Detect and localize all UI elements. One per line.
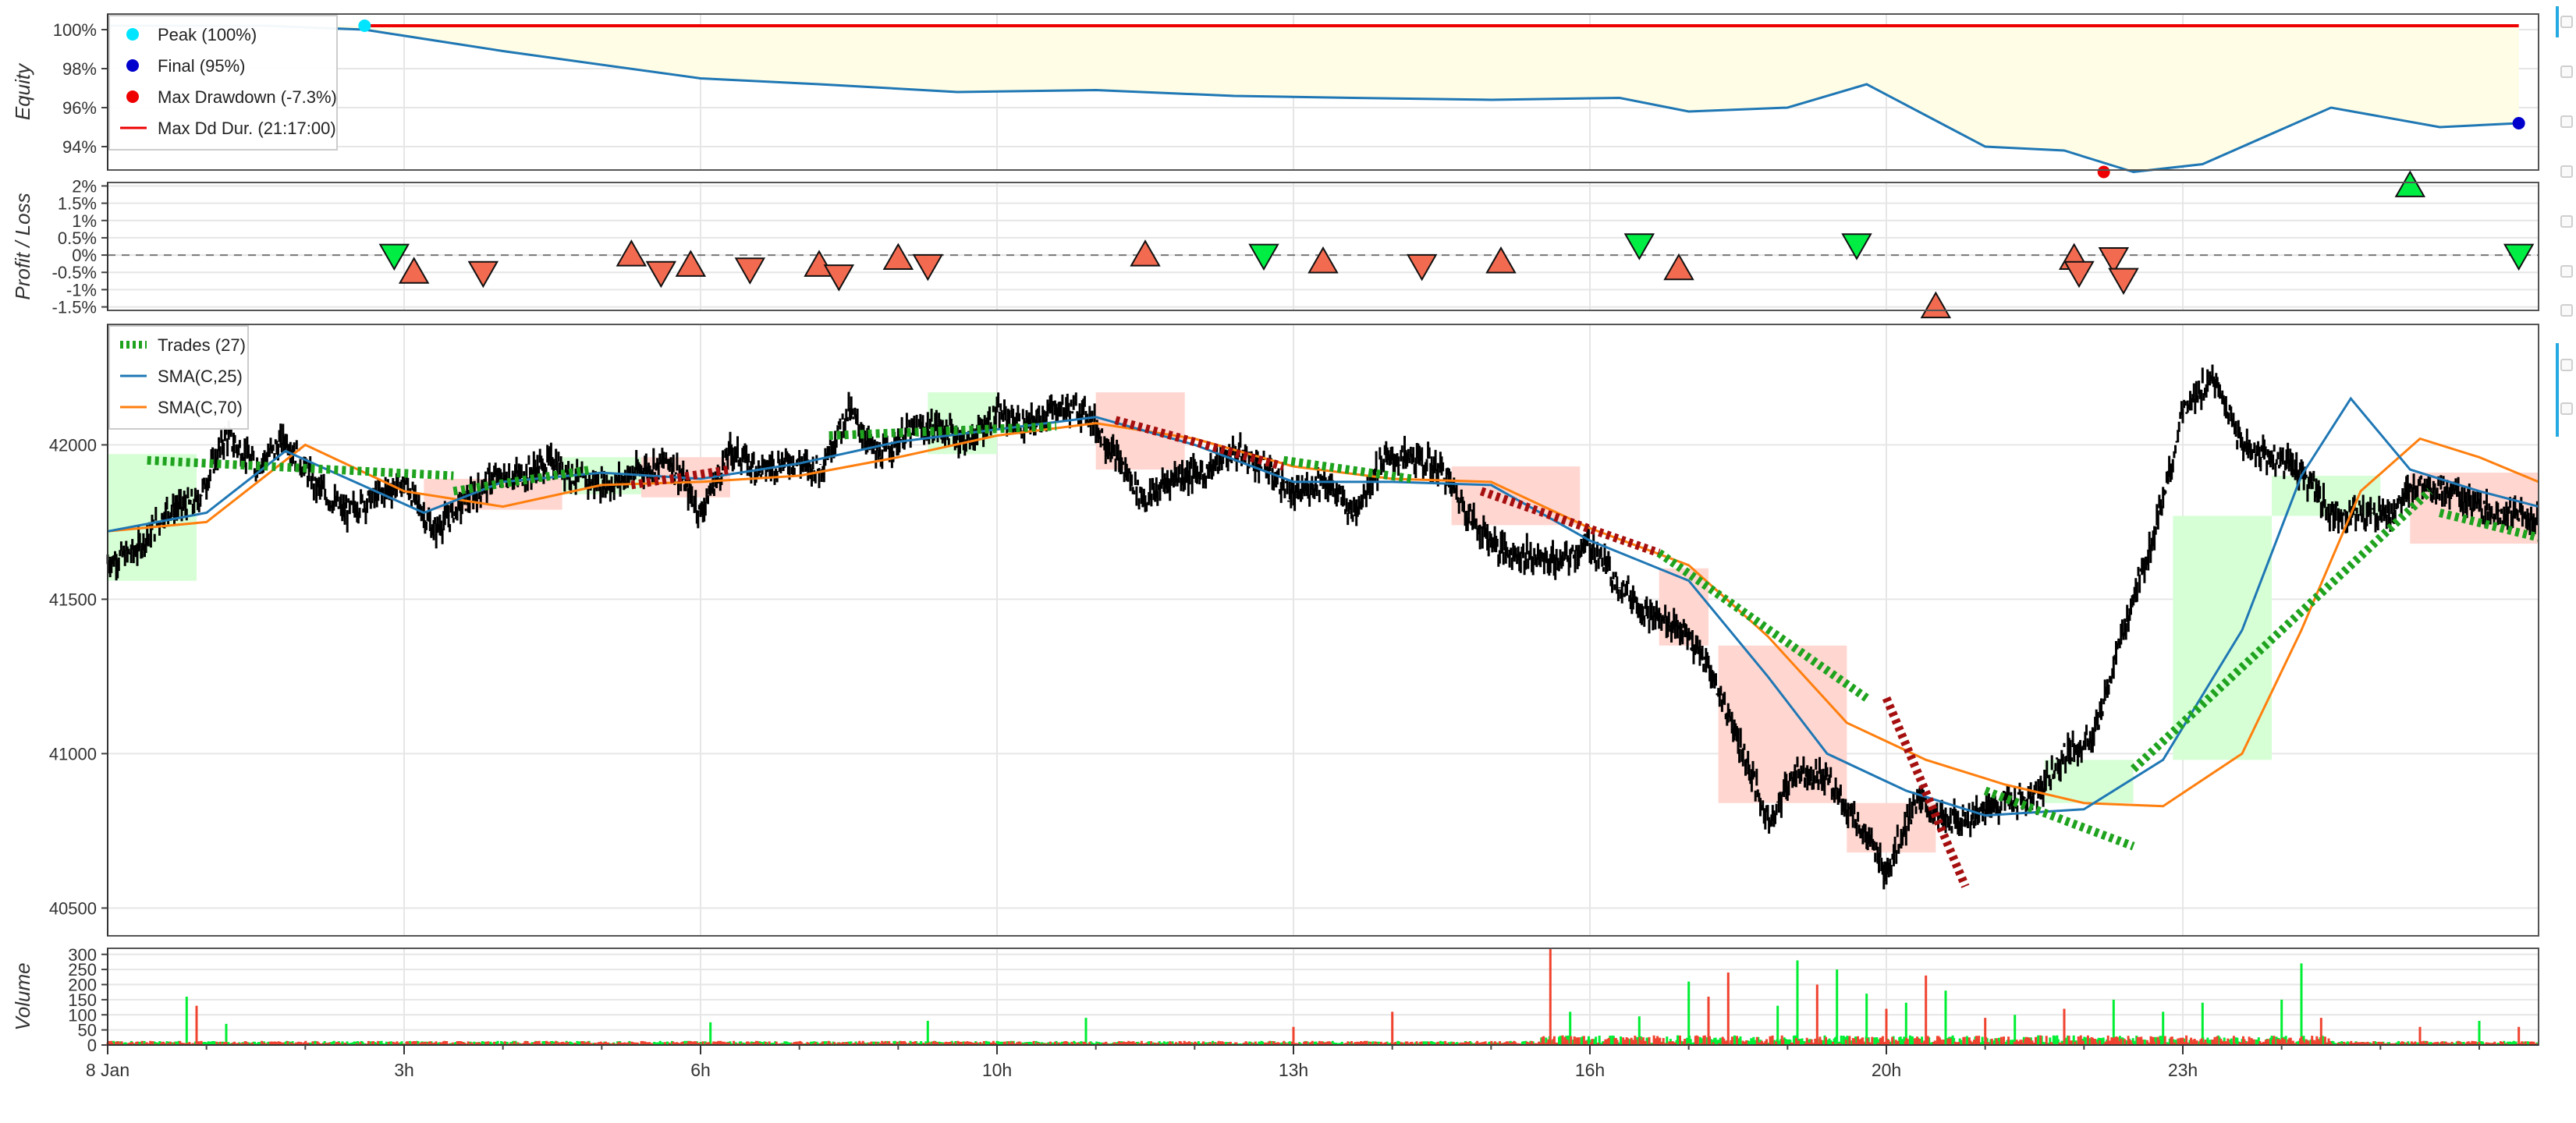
volume-ytick-label: 0 [87, 1036, 97, 1055]
x-tick-label: 8 Jan [86, 1060, 130, 1080]
pan-tool-icon[interactable] [2560, 16, 2573, 28]
crosshair-icon[interactable] [2560, 359, 2573, 371]
chart-toolbar [2556, 0, 2576, 468]
equity-ylabel: Equity [11, 62, 34, 120]
price-legend-label: Trades (27) [158, 335, 246, 355]
equity-legend-swatch [126, 59, 139, 72]
box-zoom-icon[interactable] [2560, 66, 2573, 78]
volume-ylabel: Volume [11, 962, 34, 1030]
equity-legend-label: Max Drawdown (-7.3%) [158, 87, 337, 107]
equity-legend-label: Final (95%) [158, 56, 245, 76]
equity-legend-swatch [126, 90, 139, 103]
equity-marker-peak [358, 19, 371, 32]
pl-ytick-label: -1.5% [52, 298, 97, 317]
save-icon[interactable] [2560, 304, 2573, 317]
trade-range-box [1451, 466, 1581, 526]
price-ytick-label: 41000 [49, 744, 97, 763]
active-inspect-indicator [2556, 343, 2559, 437]
equity-legend-label: Max Dd Dur. (21:17:00) [158, 119, 336, 138]
equity-ytick-label: 96% [62, 98, 97, 118]
equity-ytick-label: 98% [62, 59, 97, 79]
x-tick-label: 16h [1575, 1060, 1605, 1080]
equity-ytick-label: 100% [53, 20, 97, 40]
profit-loss-panel: 2%1.5%1%0.5%0%-0.5%-1%-1.5%Profit / Loss [11, 170, 2539, 319]
x-tick-label: 23h [2168, 1060, 2198, 1080]
x-tick-label: 6h [690, 1060, 711, 1080]
price-ytick-label: 40500 [49, 898, 97, 918]
active-tool-indicator [2556, 6, 2559, 37]
equity-marker-final [2512, 117, 2525, 129]
backtest-chart: 100% 98% 96% 94% Equity Peak (100%) Final (95%… [11, 13, 2540, 1080]
equity-legend-label: Peak (100%) [158, 25, 257, 44]
undo-icon[interactable] [2560, 165, 2573, 178]
price-legend-label: SMA(C,70) [158, 398, 243, 417]
pl-ylabel: Profit / Loss [11, 193, 34, 299]
x-axis: 8 Jan 3h 6h 10h 13h 16h 20h 23h [86, 1044, 2539, 1080]
equity-ytick-label: 94% [62, 137, 97, 157]
price-panel: 42000 41500 41000 40500 Trades (27) SMA(C,25)… [49, 324, 2540, 937]
x-tick-label: 10h [982, 1060, 1012, 1080]
equity-legend-swatch [126, 28, 139, 41]
equity-marker-max-drawdown [2097, 165, 2110, 179]
volume-panel: 300250200150100500Volume [11, 945, 2539, 1055]
x-tick-label: 20h [1872, 1060, 1901, 1080]
x-tick-label: 13h [1279, 1060, 1308, 1080]
price-ytick-label: 42000 [49, 435, 97, 455]
equity-panel: 100% 98% 96% 94% Equity Peak (100%) Final (95%… [11, 13, 2539, 179]
price-ytick-label: 41500 [49, 590, 97, 609]
hover-icon[interactable] [2560, 402, 2573, 415]
redo-icon[interactable] [2560, 215, 2573, 228]
reset-icon[interactable] [2560, 265, 2573, 278]
x-tick-label: 3h [394, 1060, 414, 1080]
wheel-zoom-icon[interactable] [2560, 115, 2573, 128]
price-legend-label: SMA(C,25) [158, 367, 243, 386]
